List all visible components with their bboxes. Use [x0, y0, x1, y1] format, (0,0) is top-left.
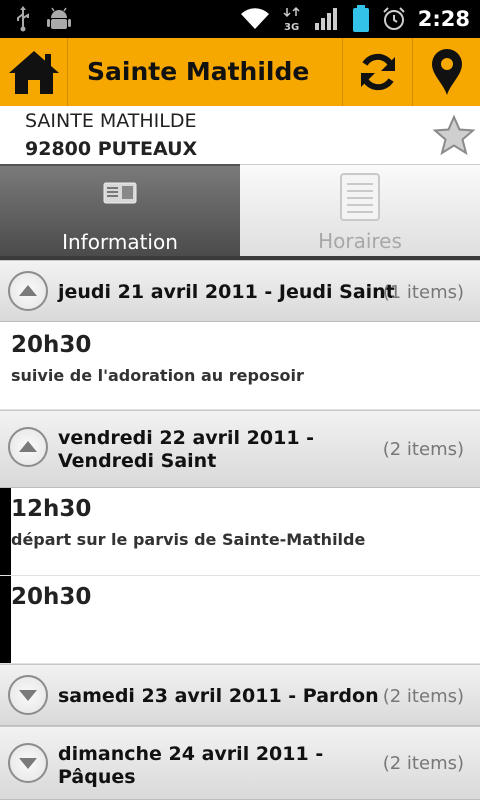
group-title: jeudi 21 avril 2011 - Jeudi Saint: [58, 281, 395, 303]
chevron-up-icon: [19, 285, 37, 296]
page-title: Sainte Mathilde: [87, 57, 310, 86]
group-title-line1: vendredi 22 avril 2011 -: [58, 427, 315, 449]
selection-marker: [0, 576, 11, 663]
list-item[interactable]: 12h30 départ sur le parvis de Sainte-Mat…: [0, 488, 480, 576]
chevron-up-icon: [19, 441, 37, 452]
group-header[interactable]: dimanche 24 avril 2011 - Pâques (2 items…: [0, 726, 480, 800]
group-title-line2: Vendredi Saint: [58, 450, 217, 472]
alarm-icon: [383, 7, 405, 30]
list-item[interactable]: 20h30 suivie de l'adoration au reposoir: [0, 322, 480, 410]
tab-information[interactable]: Information: [0, 164, 240, 258]
group-count: (2 items): [382, 753, 464, 774]
refresh-button[interactable]: [342, 38, 412, 106]
chevron-down-icon: [19, 758, 37, 769]
item-description: suivie de l'adoration au reposoir: [11, 366, 304, 385]
tab-information-label: Information: [62, 230, 178, 254]
selection-marker: [0, 488, 11, 575]
info-card-icon: [103, 182, 137, 204]
place-city: 92800 PUTEAUX: [25, 138, 198, 160]
home-icon: [8, 51, 59, 94]
item-time: 20h30: [11, 584, 92, 610]
tab-horaires-label: Horaires: [318, 229, 402, 253]
group-title: samedi 23 avril 2011 - Pardon: [58, 685, 379, 707]
events-list: jeudi 21 avril 2011 - Jeudi Saint (1 ite…: [0, 260, 480, 800]
network-type-label: 3G: [284, 22, 299, 32]
item-time: 12h30: [11, 496, 92, 522]
refresh-icon: [360, 53, 395, 91]
group-title-line2: Pâques: [58, 766, 136, 788]
home-button[interactable]: [0, 38, 68, 106]
status-bar: 3G 2:28: [0, 0, 480, 38]
chevron-down-icon: [19, 690, 37, 701]
group-title: dimanche 24 avril 2011 - Pâques: [58, 743, 323, 789]
map-pin-icon: [431, 49, 462, 95]
group-count: (1 items): [382, 282, 464, 303]
place-name: SAINTE MATHILDE: [25, 110, 197, 132]
schedule-list-icon: [340, 173, 380, 221]
group-count: (2 items): [382, 686, 464, 707]
group-header[interactable]: vendredi 22 avril 2011 - Vendredi Saint …: [0, 410, 480, 488]
collapse-toggle[interactable]: [8, 427, 48, 467]
map-button[interactable]: [412, 38, 480, 106]
group-title: vendredi 22 avril 2011 - Vendredi Saint: [58, 427, 314, 473]
list-item[interactable]: 20h30: [0, 576, 480, 664]
item-time: 20h30: [11, 332, 92, 358]
group-header[interactable]: samedi 23 avril 2011 - Pardon (2 items): [0, 664, 480, 726]
status-time: 2:28: [417, 7, 470, 31]
collapse-toggle[interactable]: [8, 271, 48, 311]
group-count: (2 items): [382, 439, 464, 460]
usb-icon: [17, 6, 29, 32]
wifi-icon: [240, 8, 269, 30]
tab-horaires[interactable]: Horaires: [240, 164, 480, 258]
expand-toggle[interactable]: [8, 743, 48, 783]
star-icon[interactable]: [432, 114, 476, 158]
battery-icon: [352, 5, 369, 32]
3g-icon: 3G: [283, 6, 300, 32]
tab-bar: Information Horaires: [0, 164, 480, 260]
signal-icon: [314, 8, 337, 30]
group-title-line1: dimanche 24 avril 2011 -: [58, 743, 324, 765]
android-debug-icon: [47, 7, 71, 29]
item-description: départ sur le parvis de Sainte-Mathilde: [11, 530, 366, 549]
action-bar: Sainte Mathilde: [0, 38, 480, 106]
group-header[interactable]: jeudi 21 avril 2011 - Jeudi Saint (1 ite…: [0, 260, 480, 322]
place-header: SAINTE MATHILDE 92800 PUTEAUX: [0, 106, 480, 164]
expand-toggle[interactable]: [8, 675, 48, 715]
